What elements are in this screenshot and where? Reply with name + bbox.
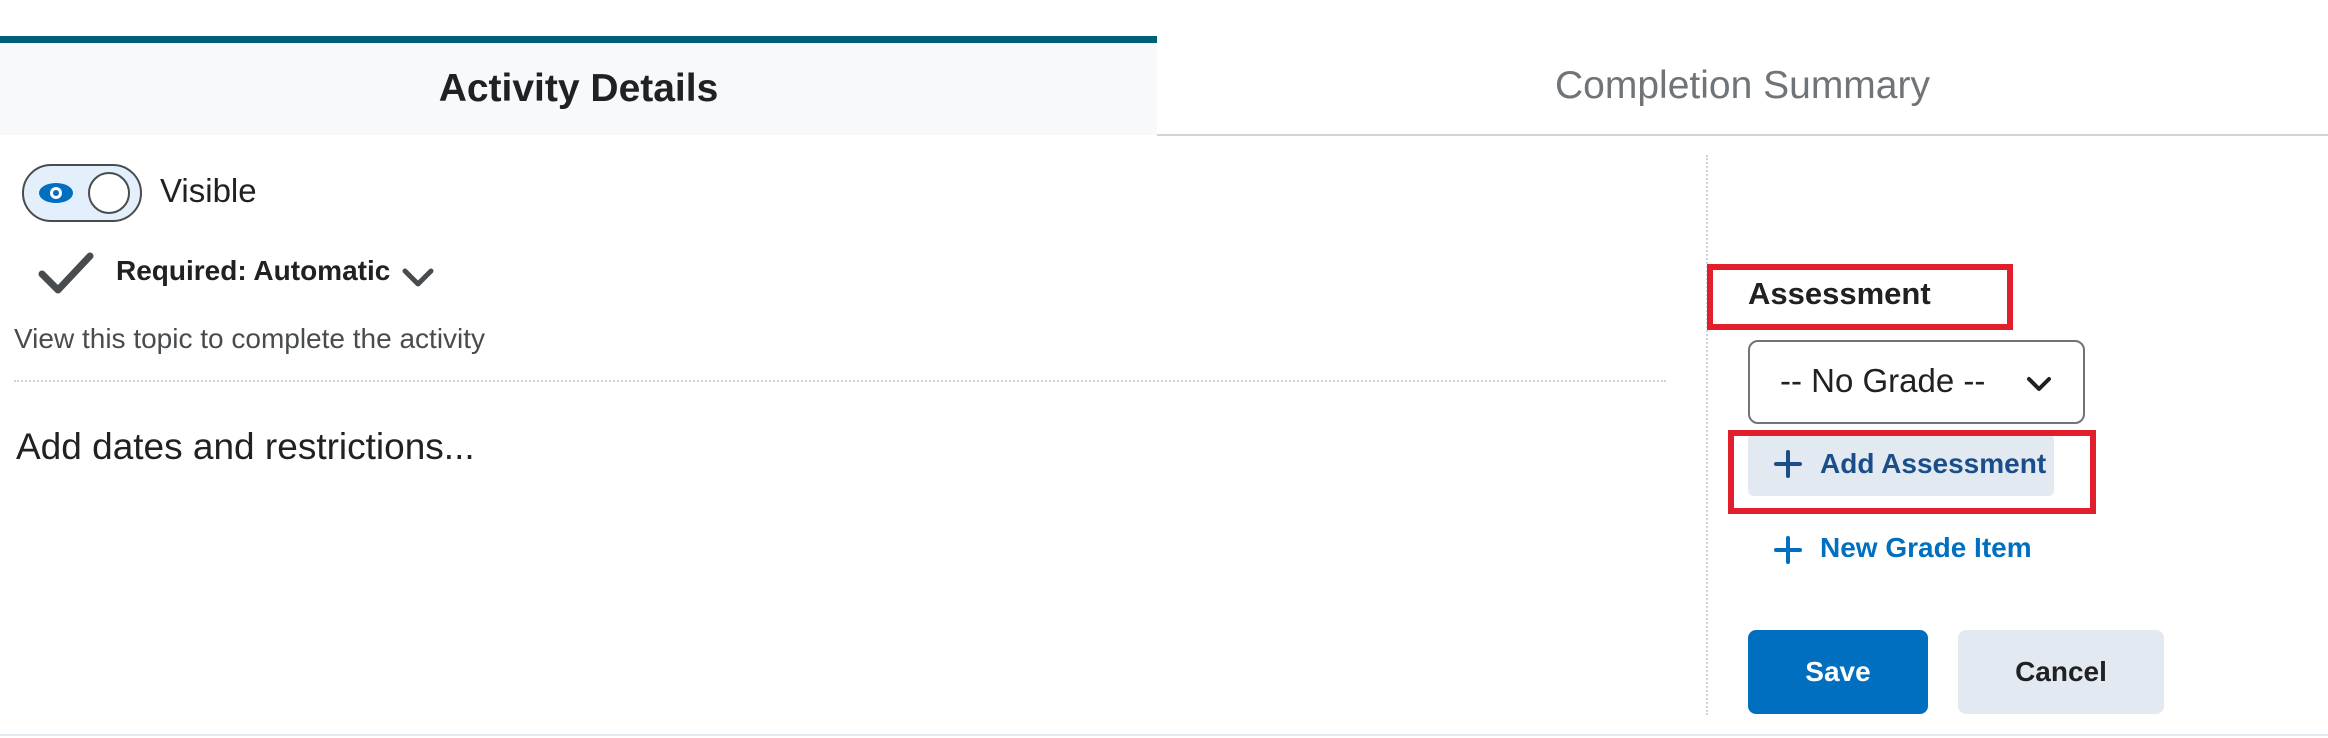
new-grade-item-button[interactable]: New Grade Item [1774, 530, 2054, 570]
tab-activity-details[interactable]: Activity Details [0, 36, 1157, 135]
plus-icon [1774, 536, 1802, 564]
tab-completion-summary[interactable]: Completion Summary [1157, 36, 2328, 135]
required-dropdown-label[interactable]: Required: Automatic [116, 255, 390, 287]
tab-divider [1157, 134, 2328, 136]
highlight-box-add-assessment [1728, 430, 2096, 514]
visibility-label: Visible [160, 172, 257, 209]
eye-icon [39, 183, 73, 203]
grade-select[interactable]: -- No Grade -- [1748, 340, 2085, 424]
toggle-knob [88, 172, 130, 214]
chevron-down-icon[interactable] [402, 268, 434, 288]
completion-help-text: View this topic to complete the activity [14, 323, 486, 354]
visibility-toggle[interactable] [22, 164, 142, 222]
panel-divider [1706, 155, 1708, 715]
cancel-button[interactable]: Cancel [1958, 630, 2164, 714]
grade-select-value: -- No Grade -- [1780, 362, 1986, 399]
new-grade-item-label: New Grade Item [1820, 532, 2032, 563]
highlight-box-assessment [1707, 264, 2013, 330]
add-dates-restrictions-link[interactable]: Add dates and restrictions... [16, 426, 475, 468]
bottom-divider [0, 734, 2328, 736]
section-divider [14, 380, 1666, 382]
checkmark-icon [38, 252, 94, 294]
save-button[interactable]: Save [1748, 630, 1928, 714]
chevron-down-icon [2027, 377, 2051, 391]
